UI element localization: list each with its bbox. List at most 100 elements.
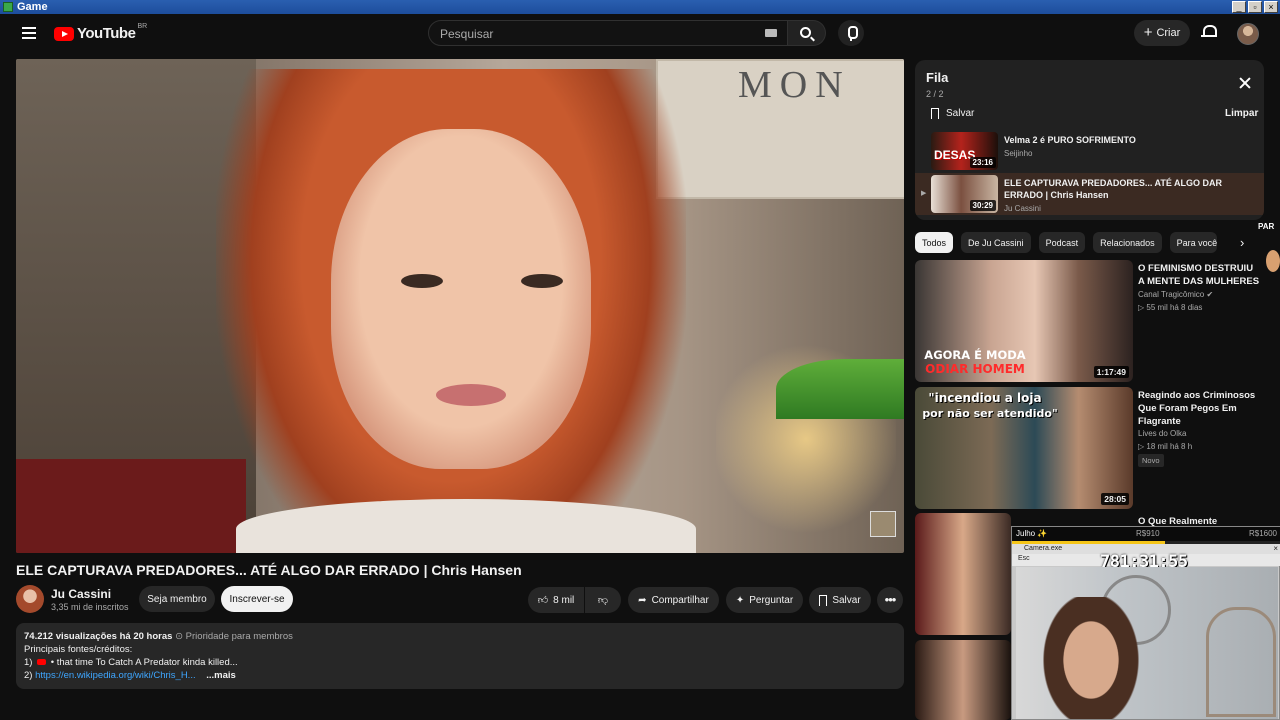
description-line-2: 2) https://en.wikipedia.org/wiki/Chris_H… (24, 669, 896, 682)
keyboard-icon[interactable] (765, 29, 777, 37)
app-icon (3, 2, 13, 12)
close-window-button[interactable]: × (1264, 1, 1278, 13)
chevron-right-icon[interactable]: › (1240, 236, 1254, 250)
like-icon: 👍︎ (537, 595, 549, 606)
menu-icon[interactable] (22, 27, 36, 39)
share-label: Compartilhar (651, 594, 709, 606)
description-meta: 74.212 visualizações há 20 horas ⊙ Prior… (24, 630, 896, 643)
video-player[interactable]: MON (16, 59, 904, 553)
video-shelf (16, 459, 246, 553)
chip-from-channel[interactable]: De Ju Cassini (961, 232, 1031, 253)
save-label: Salvar (832, 594, 861, 606)
create-label: Criar (1156, 27, 1181, 39)
edge-decoration (1266, 250, 1280, 272)
join-button[interactable]: Seja membro (139, 586, 215, 612)
close-icon[interactable] (1239, 77, 1251, 89)
voice-search-icon[interactable] (838, 20, 864, 46)
like-count: 8 mil (553, 594, 575, 606)
recommendation-title: Reagindo aos Criminosos Que Foram Pegos … (1138, 390, 1256, 427)
description-box[interactable]: 74.212 visualizações há 20 horas ⊙ Prior… (16, 623, 904, 689)
recommendation-title: O FEMINISMO DESTRUIU A MENTE DAS MULHERE… (1138, 263, 1260, 287)
save-button[interactable]: Salvar (809, 587, 871, 613)
video-person-shirt (236, 499, 696, 553)
recommendation-thumbnail (915, 640, 1011, 720)
notifications-icon[interactable] (1201, 24, 1217, 39)
priority-icon: ⊙ (175, 631, 184, 642)
thumb-text: AGORA É MODA (924, 348, 1026, 362)
ask-button[interactable]: ✦ Perguntar (726, 587, 803, 613)
search-input[interactable]: Pesquisar (428, 20, 788, 46)
dislike-button[interactable]: 👎︎ (585, 587, 621, 613)
window-controls: _ ▫ × (1232, 1, 1278, 13)
webcam-person (1036, 597, 1146, 719)
video-person-eye (521, 274, 563, 288)
esc-label: Esc (1018, 555, 1030, 562)
subscribe-button[interactable]: Inscrever-se (221, 586, 293, 612)
video-person-mouth (436, 384, 506, 406)
country-code: BR (137, 23, 148, 30)
queue-item-channel: Seijinho (1004, 149, 1033, 158)
account-avatar[interactable] (1237, 23, 1259, 45)
dislike-icon: 👎︎ (597, 595, 609, 606)
chip-for-you[interactable]: Para você (1169, 232, 1218, 253)
recommendation-channel: Lives do Olka (1138, 429, 1187, 438)
queue-item-current[interactable]: ▶ 30:29 ELE CAPTURAVA PREDADORES... ATÉ … (915, 173, 1264, 215)
chip-related[interactable]: Relacionados (1093, 232, 1162, 253)
goal-target-value: R$1600 (1248, 529, 1277, 538)
close-icon[interactable]: × (1273, 544, 1278, 553)
duration-badge: 28:05 (1101, 493, 1129, 505)
video-wall-frame: MON (656, 59, 904, 199)
channel-label: Canal Tragicômico (1138, 290, 1205, 299)
timer-bar: Esc 781:31:55 (1012, 552, 1280, 572)
line-number: 2) (24, 670, 33, 681)
create-button[interactable]: + Criar (1134, 20, 1190, 46)
window-title: Game (17, 1, 48, 13)
queue-save-label: Salvar (946, 108, 975, 119)
source-video-link[interactable]: • that time To Catch A Predator kinda ki… (51, 657, 238, 668)
share-button[interactable]: ➦ Compartilhar (628, 587, 719, 613)
join-label: Seja membro (147, 593, 207, 605)
queue-item-title: Velma 2 é PURO SOFRIMENTO (1004, 135, 1136, 145)
show-more-button[interactable]: ...mais (206, 670, 236, 681)
duration-badge: 30:29 (969, 200, 996, 211)
minimize-button[interactable]: _ (1232, 1, 1246, 13)
queue-item-channel: Ju Cassini (1004, 204, 1041, 213)
recommendation-thumbnail: AGORA É MODA ODIAR HOMEM 1:17:49 (915, 260, 1133, 382)
webcam-chair (1206, 607, 1276, 717)
recommendation-meta: ▷ 18 mil há 8 h (1138, 442, 1193, 451)
channel-name[interactable]: Ju Cassini (51, 587, 111, 601)
filter-chips: Todos De Ju Cassini Podcast Relacionados… (915, 232, 1218, 254)
youtube-logo[interactable]: YouTube BR (54, 23, 148, 42)
queue-save-button[interactable]: Salvar (931, 108, 974, 119)
masthead: YouTube BR Pesquisar + Criar (0, 14, 1280, 56)
like-button[interactable]: 👍︎ 8 mil (528, 587, 584, 613)
search-button[interactable] (788, 20, 826, 46)
recommendation-channel: Canal Tragicômico ✔ (1138, 290, 1213, 299)
channel-avatar[interactable] (16, 585, 44, 613)
search-icon (800, 27, 811, 38)
channel-watermark[interactable] (870, 511, 896, 537)
video-title: ELE CAPTURAVA PREDADORES... ATÉ ALGO DAR… (16, 562, 522, 578)
recommendation-item[interactable]: "incendiou a loja por não ser atendido" … (915, 387, 1265, 509)
chip-podcast[interactable]: Podcast (1038, 232, 1086, 253)
priority-label: Prioridade para membros (185, 631, 293, 642)
thumb-text: "incendiou a loja (928, 391, 1042, 405)
queue-thumbnail: 30:29 (931, 175, 998, 213)
duration-badge: 1:17:49 (1093, 366, 1129, 378)
video-lamp (776, 359, 904, 419)
camera-source-label: Camera.exe (1024, 545, 1063, 552)
search-placeholder: Pesquisar (440, 27, 494, 41)
queue-title: Fila (926, 70, 949, 85)
maximize-button[interactable]: ▫ (1248, 1, 1262, 13)
queue-panel: Fila 2 / 2 Salvar Limpar DESAS 23:16 Vel… (915, 60, 1264, 220)
wikipedia-link[interactable]: https://en.wikipedia.org/wiki/Chris_H... (35, 670, 196, 681)
goal-bar: Julho ✨ R$910 R$1600 (1012, 527, 1280, 541)
queue-item[interactable]: DESAS 23:16 Velma 2 é PURO SOFRIMENTO Se… (915, 130, 1264, 172)
chip-all[interactable]: Todos (915, 232, 954, 253)
queue-clear-button[interactable]: Limpar (1225, 108, 1258, 119)
recommendation-item[interactable]: AGORA É MODA ODIAR HOMEM 1:17:49 O FEMIN… (915, 260, 1265, 382)
bookmark-icon (931, 108, 939, 119)
share-icon: ➦ (638, 594, 647, 606)
sparkle-icon: ✦ (735, 594, 745, 606)
more-actions-button[interactable]: ••• (877, 587, 903, 613)
